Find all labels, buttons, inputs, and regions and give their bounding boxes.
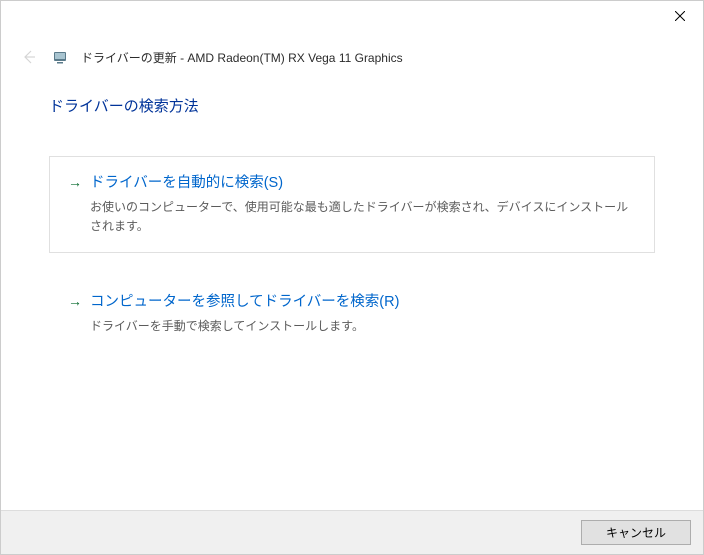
close-icon bbox=[675, 11, 685, 21]
back-arrow-icon bbox=[20, 48, 38, 66]
titlebar bbox=[1, 1, 703, 33]
option-description: ドライバーを手動で検索してインストールします。 bbox=[68, 317, 636, 336]
option-auto-search[interactable]: → ドライバーを自動的に検索(S) お使いのコンピューターで、使用可能な最も適し… bbox=[49, 156, 655, 253]
content-area: ドライバーの検索方法 → ドライバーを自動的に検索(S) お使いのコンピューター… bbox=[1, 67, 703, 354]
footer: キャンセル bbox=[1, 510, 703, 554]
arrow-right-icon: → bbox=[68, 174, 82, 190]
option-browse-computer[interactable]: → コンピューターを参照してドライバーを検索(R) ドライバーを手動で検索してイ… bbox=[49, 275, 655, 353]
back-button bbox=[19, 47, 39, 67]
option-title: ドライバーを自動的に検索(S) bbox=[90, 171, 283, 192]
cancel-button[interactable]: キャンセル bbox=[581, 520, 691, 545]
window-title: ドライバーの更新 - AMD Radeon(TM) RX Vega 11 Gra… bbox=[81, 49, 403, 66]
option-title-row: → ドライバーを自動的に検索(S) bbox=[68, 171, 636, 192]
option-description: お使いのコンピューターで、使用可能な最も適したドライバーが検索され、デバイスにイ… bbox=[68, 198, 636, 236]
option-title: コンピューターを参照してドライバーを検索(R) bbox=[90, 290, 399, 311]
arrow-right-icon: → bbox=[68, 293, 82, 309]
option-title-row: → コンピューターを参照してドライバーを検索(R) bbox=[68, 290, 636, 311]
page-heading: ドライバーの検索方法 bbox=[49, 95, 655, 116]
device-icon bbox=[51, 48, 69, 66]
close-button[interactable] bbox=[657, 1, 703, 31]
header-row: ドライバーの更新 - AMD Radeon(TM) RX Vega 11 Gra… bbox=[1, 33, 703, 67]
